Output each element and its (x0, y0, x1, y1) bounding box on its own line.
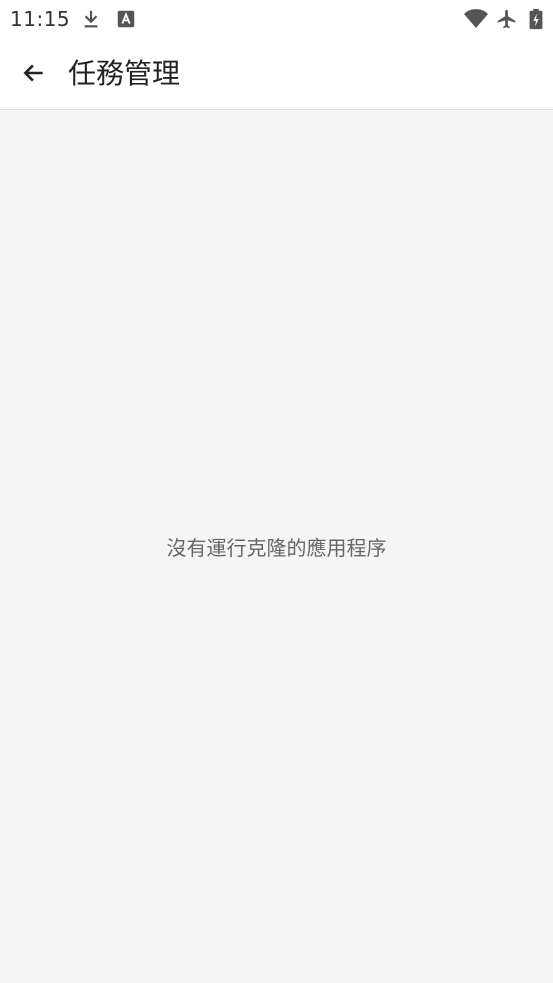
screen: 11:15 任務管理 沒有運行克隆的應用程序 (0, 0, 553, 983)
wifi-icon (463, 8, 489, 30)
airplane-mode-icon (496, 8, 518, 30)
page-title: 任務管理 (68, 57, 181, 90)
task-list-area: 沒有運行克隆的應用程序 (0, 110, 553, 983)
text-a-icon (115, 8, 137, 30)
app-bar: 任務管理 (0, 38, 553, 110)
download-icon (80, 8, 102, 30)
battery-charging-icon (528, 8, 544, 30)
back-button[interactable] (12, 51, 56, 95)
empty-state-message: 沒有運行克隆的應用程序 (166, 536, 387, 560)
arrow-left-icon (21, 60, 47, 86)
status-bar: 11:15 (0, 0, 553, 38)
status-time: 11:15 (10, 7, 71, 31)
